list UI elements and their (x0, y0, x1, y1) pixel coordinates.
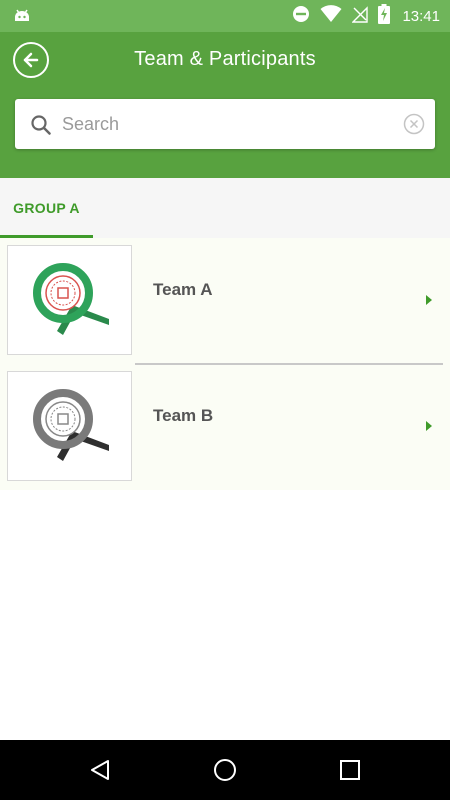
team-list: Team A Team B (0, 238, 450, 490)
team-row-team-b[interactable]: Team B (0, 364, 450, 490)
search-icon (30, 114, 52, 141)
nav-home-icon[interactable] (213, 758, 237, 787)
team-logo (7, 245, 132, 355)
team-b-logo-icon (32, 389, 109, 461)
team-name: Team A (153, 280, 213, 299)
team-logo (7, 371, 132, 481)
app-bar: Team & Participants (0, 32, 450, 178)
no-sim-icon (351, 5, 369, 28)
status-bar: 13:41 (0, 0, 450, 32)
clear-search-icon[interactable] (403, 113, 425, 140)
tab-label: GROUP A (13, 200, 80, 216)
team-name: Team B (153, 406, 214, 425)
search-input[interactable] (62, 99, 392, 149)
system-navigation-bar (0, 740, 450, 800)
chevron-right-icon (426, 295, 432, 305)
do-not-disturb-icon (292, 5, 310, 28)
wifi-icon (320, 4, 342, 28)
group-tabs: GROUP A (0, 178, 450, 238)
page-title: Team & Participants (134, 48, 316, 70)
team-a-logo-icon (32, 263, 109, 335)
clock-time: 13:41 (402, 7, 440, 25)
chevron-right-icon (426, 421, 432, 431)
android-icon (12, 6, 32, 31)
nav-recents-icon[interactable] (338, 758, 362, 787)
team-row-team-a[interactable]: Team A (0, 238, 450, 365)
tab-group-a[interactable]: GROUP A (0, 178, 93, 238)
nav-back-icon[interactable] (88, 758, 112, 787)
search-box[interactable] (15, 99, 435, 149)
battery-charging-icon (378, 3, 391, 29)
